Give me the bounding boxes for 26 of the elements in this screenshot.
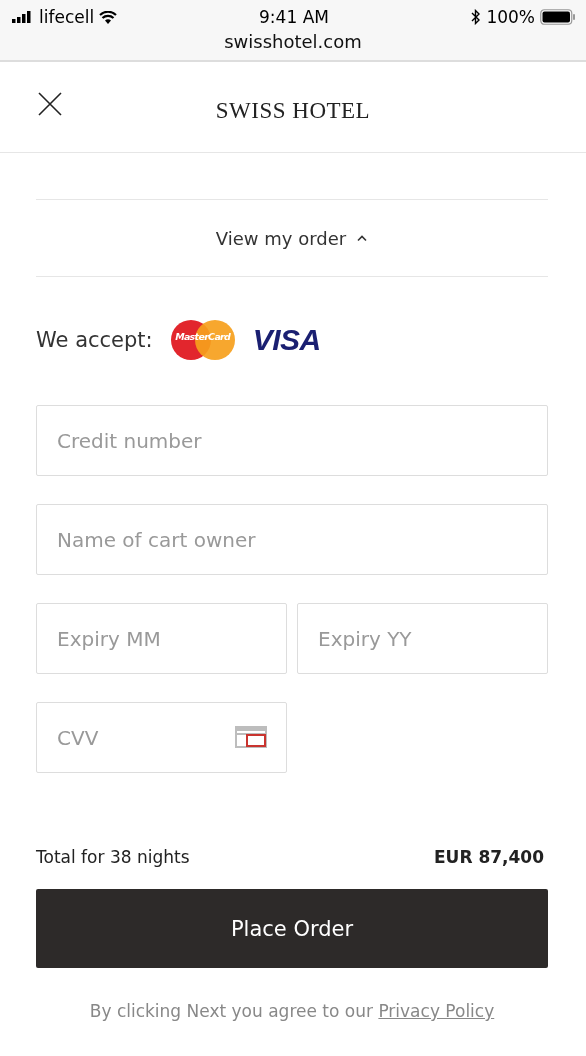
url-text[interactable]: swisshotel.com — [0, 31, 586, 52]
privacy-policy-link[interactable]: Privacy Policy — [378, 1001, 495, 1021]
input-field[interactable]: Name of cart owner — [36, 504, 548, 575]
input-field[interactable]: CVV — [36, 702, 287, 773]
input-field[interactable]: Expiry YY — [297, 603, 548, 674]
battery-icon — [540, 9, 576, 25]
signal-icon — [12, 11, 34, 23]
agreement-text: By clicking Next you agree to our Privacy Policy — [88, 1001, 496, 1021]
hotel-title: SWISS HOTEL — [215, 98, 371, 124]
place-order-button[interactable]: Place Order — [36, 889, 548, 968]
view-order-toggle[interactable]: View my order — [36, 199, 548, 277]
input-field[interactable]: Expiry MM — [36, 603, 287, 674]
accept-label: We accept: — [36, 328, 153, 352]
caret-icon — [356, 234, 369, 242]
battery-percent: 100% — [486, 7, 535, 27]
wifi-icon — [99, 10, 118, 24]
close-button[interactable] — [38, 92, 62, 116]
bluetooth-icon — [471, 9, 482, 25]
input-field[interactable]: Credit number — [36, 405, 548, 476]
carrier-name: lifecell — [39, 7, 95, 27]
clock-time: 9:41 AM — [259, 7, 329, 27]
total-label: Total for 38 nights — [36, 847, 190, 867]
total-amount: EUR 87,400 — [433, 847, 544, 867]
visa-logo: VISA — [252, 323, 321, 357]
card-back-icon — [235, 726, 267, 748]
mastercard-logo: MasterCard — [170, 320, 235, 360]
